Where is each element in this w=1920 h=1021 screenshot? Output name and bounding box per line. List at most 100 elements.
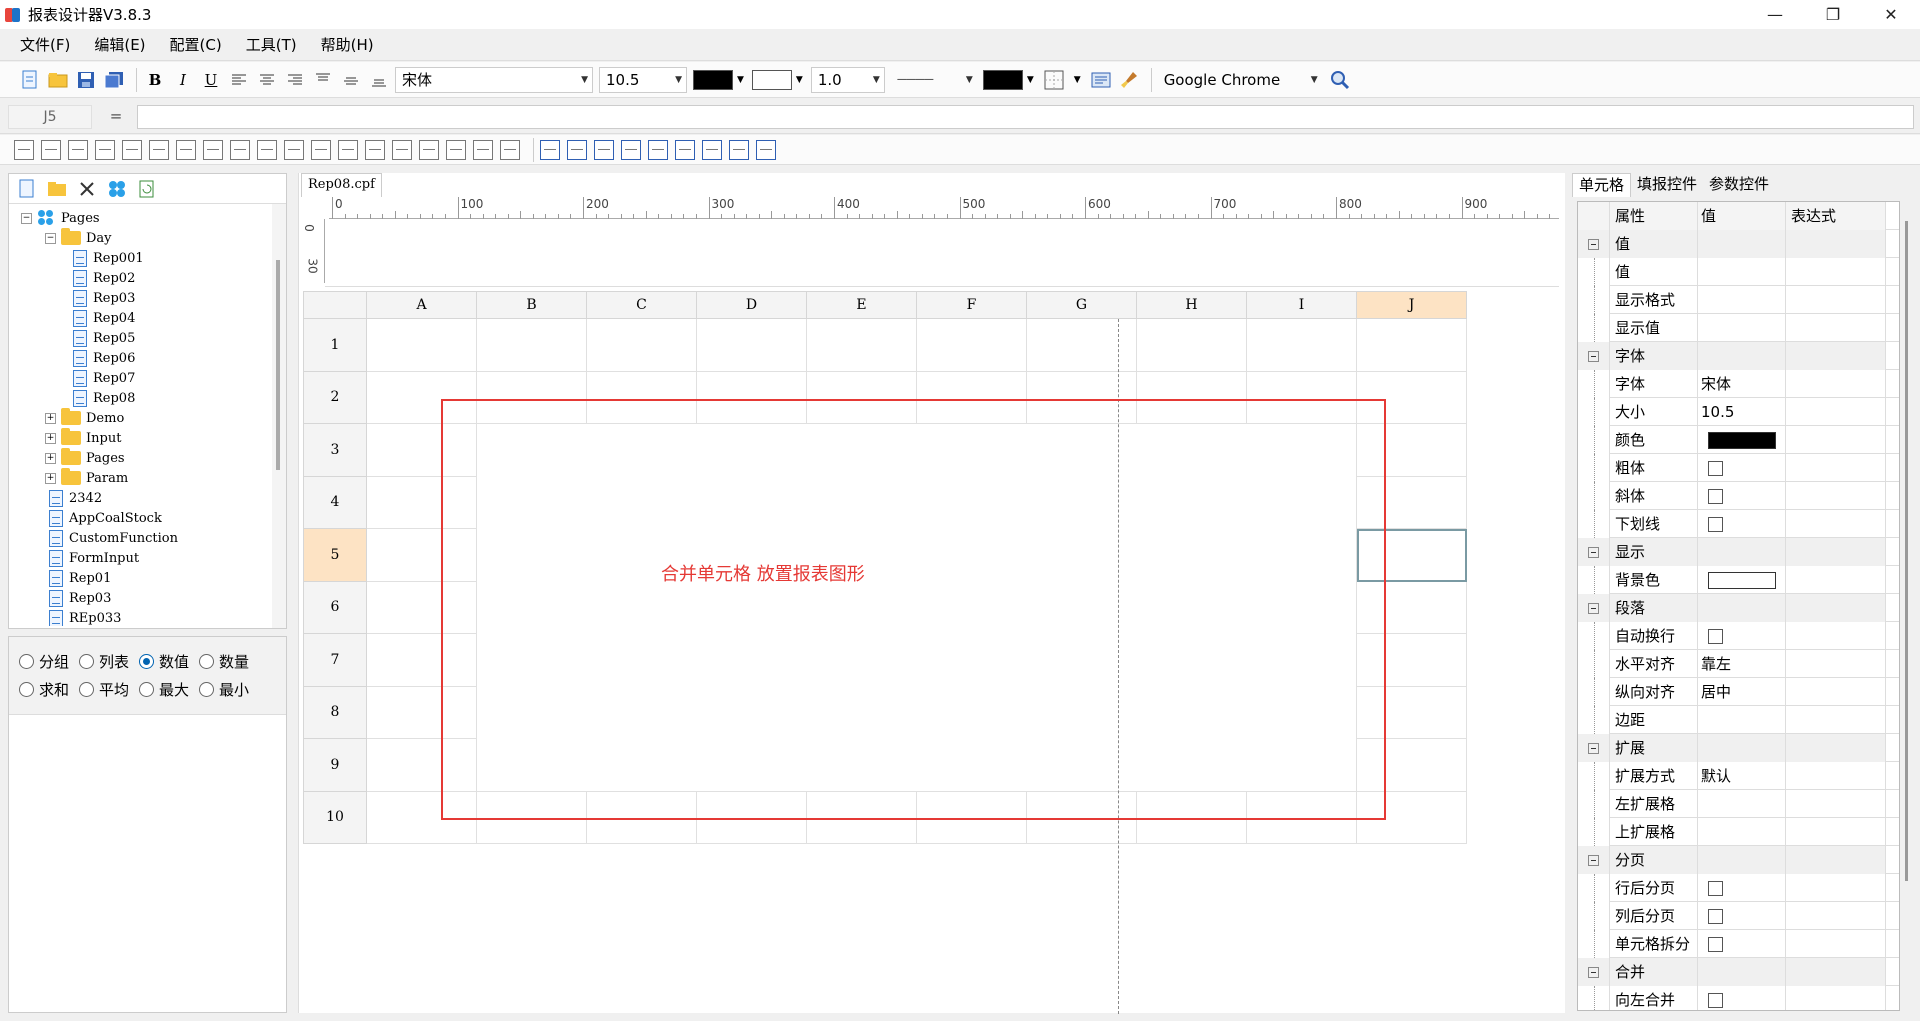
property-value[interactable] [1698, 482, 1786, 510]
expand-icon[interactable]: + [45, 432, 56, 444]
tree-folder-item[interactable]: + Input [45, 428, 121, 448]
column-header[interactable]: A [367, 291, 477, 319]
property-expression[interactable] [1786, 650, 1886, 678]
refresh-icon[interactable] [135, 177, 159, 201]
property-value[interactable] [1698, 706, 1786, 734]
aggregate-option[interactable]: 平均 [79, 679, 129, 700]
line-color-swatch[interactable] [982, 69, 1023, 90]
property-value[interactable]: 居中 [1698, 678, 1786, 706]
align-left-icon[interactable] [227, 68, 251, 92]
row-header[interactable]: 3 [303, 424, 367, 477]
collapse-icon[interactable]: − [21, 212, 32, 224]
radiolist-control-icon[interactable] [392, 139, 412, 160]
row-header[interactable]: 10 [303, 791, 367, 844]
tree-file-item[interactable]: Rep001 [73, 248, 144, 268]
property-expression[interactable] [1786, 902, 1886, 930]
property-expression[interactable] [1786, 258, 1886, 286]
align-middles-icon[interactable] [648, 139, 668, 160]
radio-button[interactable] [19, 653, 34, 669]
header-band[interactable] [325, 219, 1559, 287]
aggregate-option[interactable]: 最小 [199, 679, 249, 700]
fill-color-dropdown-icon[interactable]: ▼ [796, 75, 803, 85]
property-group-row[interactable]: 字体 [1578, 342, 1899, 370]
delete-icon[interactable] [75, 177, 99, 201]
document-tab[interactable]: Rep08.cpf [301, 173, 382, 197]
table-control-icon[interactable] [95, 139, 115, 160]
property-checkbox[interactable] [1708, 909, 1723, 924]
property-row[interactable]: 自动换行 [1578, 622, 1899, 650]
tree-file-item[interactable]: Rep04 [73, 308, 135, 328]
row-header[interactable]: 5 [303, 529, 367, 582]
radio-button[interactable] [139, 681, 155, 697]
column-header[interactable]: I [1247, 291, 1357, 319]
property-row[interactable]: 向左合并 [1578, 986, 1899, 1010]
formula-input[interactable] [137, 105, 1914, 129]
color-swatch[interactable] [1708, 572, 1776, 589]
radio-button[interactable] [139, 653, 155, 669]
property-checkbox[interactable] [1708, 993, 1723, 1008]
property-expression[interactable] [1786, 370, 1886, 398]
property-row[interactable]: 值 [1578, 258, 1899, 286]
color-swatch[interactable] [1708, 432, 1776, 449]
new-file-icon[interactable] [18, 68, 42, 92]
save-all-icon[interactable] [102, 68, 126, 92]
tree-file-item[interactable]: Rep01 [49, 568, 111, 588]
property-checkbox[interactable] [1708, 489, 1723, 504]
row-header[interactable]: 7 [303, 634, 367, 687]
grid-cell[interactable] [1137, 319, 1247, 372]
property-value[interactable] [1698, 286, 1786, 314]
align-bottoms-icon[interactable] [675, 139, 695, 160]
tree-file-item[interactable]: Rep06 [73, 348, 135, 368]
row-header[interactable]: 2 [303, 371, 367, 424]
menu-config[interactable]: 配置(C) [158, 29, 234, 61]
property-expression[interactable] [1786, 398, 1886, 426]
property-expression[interactable] [1786, 818, 1886, 846]
aggregate-option[interactable]: 数量 [199, 651, 249, 672]
label-control-icon[interactable] [14, 139, 34, 160]
property-row[interactable]: 粗体 [1578, 454, 1899, 482]
grid-cell[interactable] [1027, 319, 1137, 372]
tree-scrollbar-thumb[interactable] [276, 260, 280, 470]
property-expression[interactable] [1786, 286, 1886, 314]
property-value[interactable] [1698, 930, 1786, 958]
column-header[interactable]: D [697, 291, 807, 319]
property-expression[interactable] [1786, 706, 1886, 734]
property-value[interactable]: 靠左 [1698, 650, 1786, 678]
property-checkbox[interactable] [1708, 937, 1723, 952]
underline-icon[interactable]: U [199, 68, 223, 92]
italic-icon[interactable]: I [171, 68, 195, 92]
expand-icon[interactable]: + [45, 452, 56, 464]
grid-control-icon[interactable] [419, 139, 439, 160]
aggregate-option[interactable]: 数值 [139, 651, 189, 672]
property-expression[interactable] [1786, 874, 1886, 902]
property-row[interactable]: 纵向对齐 居中 [1578, 678, 1899, 706]
row-header[interactable]: 9 [303, 739, 367, 792]
border-icon[interactable] [1042, 68, 1066, 92]
menu-file[interactable]: 文件(F) [8, 29, 82, 61]
valign-middle-icon[interactable] [339, 68, 363, 92]
tree-scrollbar[interactable] [272, 204, 286, 628]
pages-icon[interactable] [105, 177, 129, 201]
expand-icon[interactable]: + [45, 472, 56, 484]
valign-top-icon[interactable] [311, 68, 335, 92]
radio-button[interactable] [79, 681, 95, 697]
bold-icon[interactable]: B [143, 68, 167, 92]
property-value[interactable] [1698, 510, 1786, 538]
property-expression[interactable] [1786, 762, 1886, 790]
preview-icon[interactable] [1089, 68, 1113, 92]
collapse-icon[interactable] [1588, 351, 1599, 362]
grid-cell[interactable] [1247, 319, 1357, 372]
line-width-select[interactable]: 1.0 ▼ [810, 66, 885, 93]
button-control-icon[interactable] [257, 139, 277, 160]
search-icon[interactable] [1328, 68, 1352, 92]
radio-button[interactable] [199, 653, 215, 669]
tab-param-controls[interactable]: 参数控件 [1703, 173, 1775, 197]
property-expression[interactable] [1786, 454, 1886, 482]
tree-folder-item[interactable]: + Param [45, 468, 128, 488]
tab-input-controls[interactable]: 填报控件 [1631, 173, 1703, 197]
property-row[interactable]: 列后分页 [1578, 902, 1899, 930]
checklist-control-icon[interactable] [365, 139, 385, 160]
property-expression[interactable] [1786, 986, 1886, 1010]
property-value[interactable] [1698, 314, 1786, 342]
property-checkbox[interactable] [1708, 881, 1723, 896]
